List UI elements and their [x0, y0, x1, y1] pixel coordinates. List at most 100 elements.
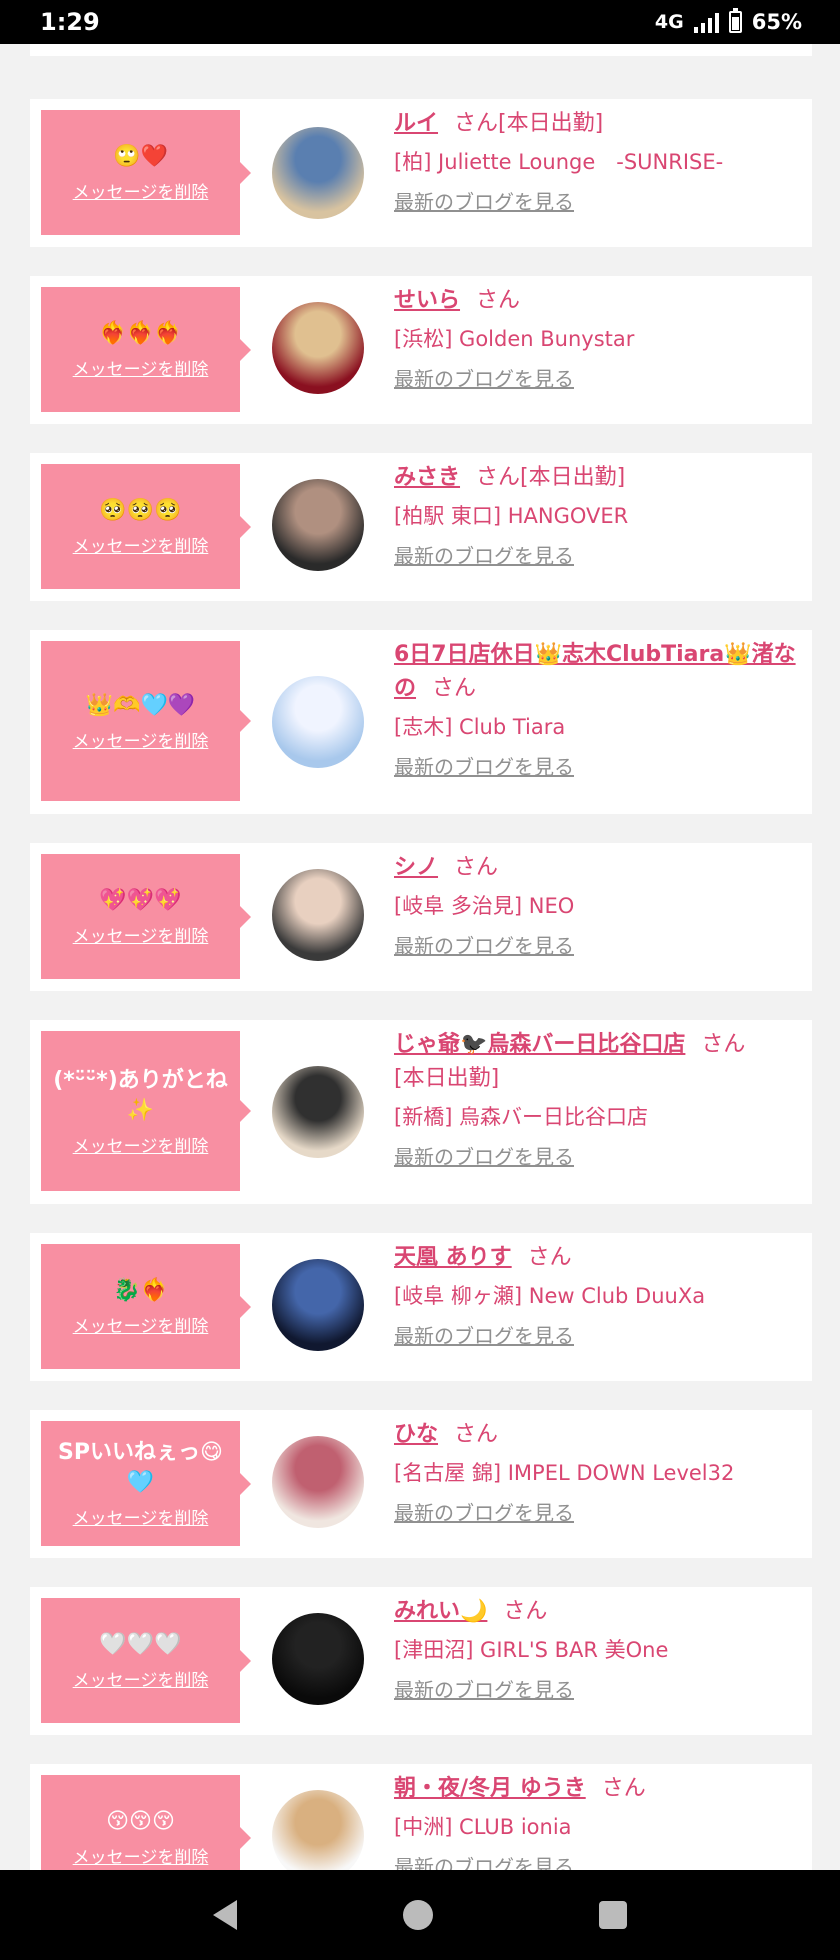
navigation-bar	[0, 1870, 840, 1960]
work-status: [本日出勤]	[498, 111, 604, 136]
blog-link[interactable]: 最新のブログを見る	[394, 1498, 804, 1528]
status-icons: 4G 65%	[654, 8, 802, 34]
work-status: [本日出勤]	[520, 465, 626, 490]
list-item: 🤍🤍🤍 メッセージを削除 みれい🌙 さん [津田沼] GIRL'S BAR 美One 最新…	[30, 1587, 812, 1735]
avatar[interactable]	[272, 1259, 364, 1351]
shop-name: [中洲] CLUB ionia	[394, 1815, 572, 1839]
honorific: さん	[527, 1245, 572, 1270]
cast-name-link[interactable]: せいら	[394, 288, 460, 313]
cast-name-link[interactable]: ひな	[394, 1422, 438, 1447]
back-icon[interactable]	[213, 1900, 237, 1930]
message-box: (*ᵕ̈ᵕ̈*)ありがとね✨ メッセージを削除	[41, 1031, 251, 1191]
list-item: SPいいねぇっ😋🩵 メッセージを削除 ひな さん [名古屋 錦] IMPEL DOWN …	[30, 1410, 812, 1558]
honorific: さん	[432, 676, 477, 701]
message-text: SPいいねぇっ😋🩵	[58, 1440, 223, 1495]
honorific: さん	[503, 1599, 548, 1624]
delete-message-link[interactable]: メッセージを削除	[73, 1132, 209, 1157]
message-box: SPいいねぇっ😋🩵 メッセージを削除	[41, 1421, 251, 1546]
delete-message-link[interactable]: メッセージを削除	[73, 1312, 209, 1337]
shop-name: [浜松] Golden Bunystar	[394, 327, 635, 351]
cast-name-link[interactable]: みさき	[394, 465, 460, 490]
message-text: (*ᵕ̈ᵕ̈*)ありがとね✨	[53, 1067, 228, 1123]
blog-link[interactable]: 最新のブログを見る	[394, 364, 804, 394]
message-text: ❤️‍🔥❤️‍🔥❤️‍🔥	[99, 321, 182, 346]
delete-message-link[interactable]: メッセージを削除	[73, 178, 209, 203]
message-text: 😚😚😚	[106, 1809, 175, 1834]
blog-link[interactable]: 最新のブログを見る	[394, 931, 804, 961]
message-box: 🤍🤍🤍 メッセージを削除	[41, 1598, 251, 1723]
battery-level: 65%	[751, 10, 802, 34]
shop-name: [岐阜 柳ヶ瀬] New Club DuuXa	[394, 1284, 706, 1308]
blog-link[interactable]: 最新のブログを見る	[394, 187, 804, 217]
cast-name-link[interactable]: ルイ	[394, 111, 438, 136]
signal-icon	[693, 11, 719, 33]
avatar[interactable]	[272, 1066, 364, 1158]
list-item: ❤️‍🔥❤️‍🔥❤️‍🔥 メッセージを削除 せいら さん [浜松] Golden Bun…	[30, 276, 812, 424]
cast-name-link[interactable]: みれい🌙	[394, 1599, 487, 1624]
delete-message-link[interactable]: メッセージを削除	[73, 1666, 209, 1691]
blog-link[interactable]: 最新のブログを見る	[394, 1321, 804, 1351]
message-text: 🐉❤️‍🔥	[113, 1278, 168, 1303]
avatar[interactable]	[272, 1613, 364, 1705]
blog-link[interactable]: 最新のブログを見る	[394, 1675, 804, 1705]
cast-name-link[interactable]: 朝・夜/冬月 ゆうき	[394, 1776, 586, 1801]
shop-name: [岐阜 多治見] NEO	[394, 894, 575, 918]
shop-name: [柏駅 東口] HANGOVER	[394, 504, 629, 528]
message-text: 💖💖💖	[99, 888, 182, 913]
delete-message-link[interactable]: メッセージを削除	[73, 727, 209, 752]
message-text: 👑🫶🩵💜	[85, 692, 196, 718]
avatar[interactable]	[272, 1790, 364, 1882]
avatar[interactable]	[272, 676, 364, 768]
list-item: 🙄❤️ メッセージを削除 ルイ さん[本日出勤] [柏] Juliette Lounge…	[30, 99, 812, 247]
message-text: 🙄❤️	[113, 144, 168, 169]
honorific: さん	[476, 288, 521, 313]
avatar[interactable]	[272, 302, 364, 394]
avatar[interactable]	[272, 127, 364, 219]
blog-link[interactable]: 最新のブログを見る	[394, 541, 804, 571]
honorific: さん	[454, 1422, 499, 1447]
honorific: さん	[454, 855, 499, 880]
message-box: 💖💖💖 メッセージを削除	[41, 854, 251, 979]
shop-name: [志木] Club Tiara	[394, 715, 566, 739]
delete-message-link[interactable]: メッセージを削除	[73, 922, 209, 947]
honorific: さん	[601, 1776, 646, 1801]
list-item: 🐉❤️‍🔥 メッセージを削除 天凰 ありす さん [岐阜 柳ヶ瀬] New Club D…	[30, 1233, 812, 1381]
status-time: 1:29	[40, 8, 100, 36]
message-box: 🙄❤️ メッセージを削除	[41, 110, 251, 235]
delete-message-link[interactable]: メッセージを削除	[73, 355, 209, 380]
blog-link[interactable]: 最新のブログを見る	[394, 752, 804, 782]
home-icon[interactable]	[403, 1900, 433, 1930]
cast-name-link[interactable]: じゃ爺🐦‍⬛烏森バー日比谷口店	[394, 1032, 685, 1057]
list-item: (*ᵕ̈ᵕ̈*)ありがとね✨ メッセージを削除 じゃ爺🐦‍⬛烏森バー日比谷口店 さん […	[30, 1020, 812, 1204]
message-box: 🥺🥺🥺 メッセージを削除	[41, 464, 251, 589]
message-text: 🤍🤍🤍	[99, 1632, 182, 1657]
network-type: 4G	[654, 11, 684, 33]
avatar[interactable]	[272, 1436, 364, 1528]
delete-message-link[interactable]: メッセージを削除	[73, 1843, 209, 1868]
honorific: さん	[701, 1032, 746, 1057]
message-text: 🥺🥺🥺	[99, 498, 182, 523]
delete-message-link[interactable]: メッセージを削除	[73, 532, 209, 557]
avatar[interactable]	[272, 479, 364, 571]
list-item: 👑🫶🩵💜 メッセージを削除 6日7日店休日👑志木ClubTiara👑渚なの さん [志木…	[30, 630, 812, 814]
message-box: 👑🫶🩵💜 メッセージを削除	[41, 641, 251, 801]
work-status: [本日出勤]	[394, 1066, 500, 1091]
shop-name: [津田沼] GIRL'S BAR 美One	[394, 1638, 669, 1662]
status-bar: 1:29 4G 65%	[0, 0, 840, 44]
avatar[interactable]	[272, 869, 364, 961]
shop-name: [柏] Juliette Lounge -SUNRISE-	[394, 150, 724, 174]
honorific: さん	[454, 111, 499, 136]
list-item: 💖💖💖 メッセージを削除 シノ さん [岐阜 多治見] NEO 最新のブログを見る	[30, 843, 812, 991]
blog-link[interactable]: 最新のブログを見る	[394, 1142, 804, 1172]
cast-name-link[interactable]: 天凰 ありす	[394, 1245, 512, 1270]
message-box: 🐉❤️‍🔥 メッセージを削除	[41, 1244, 251, 1369]
honorific: さん	[476, 465, 521, 490]
battery-icon	[728, 8, 742, 33]
cast-name-link[interactable]: シノ	[394, 855, 438, 880]
recents-icon[interactable]	[599, 1901, 627, 1929]
delete-message-link[interactable]: メッセージを削除	[73, 1504, 209, 1529]
shop-name: [新橋] 烏森バー日比谷口店	[394, 1105, 649, 1129]
message-box: ❤️‍🔥❤️‍🔥❤️‍🔥 メッセージを削除	[41, 287, 251, 412]
list-item: 🥺🥺🥺 メッセージを削除 みさき さん[本日出勤] [柏駅 東口] HANGOVER 最新…	[30, 453, 812, 601]
shop-name: [名古屋 錦] IMPEL DOWN Level32	[394, 1461, 735, 1485]
